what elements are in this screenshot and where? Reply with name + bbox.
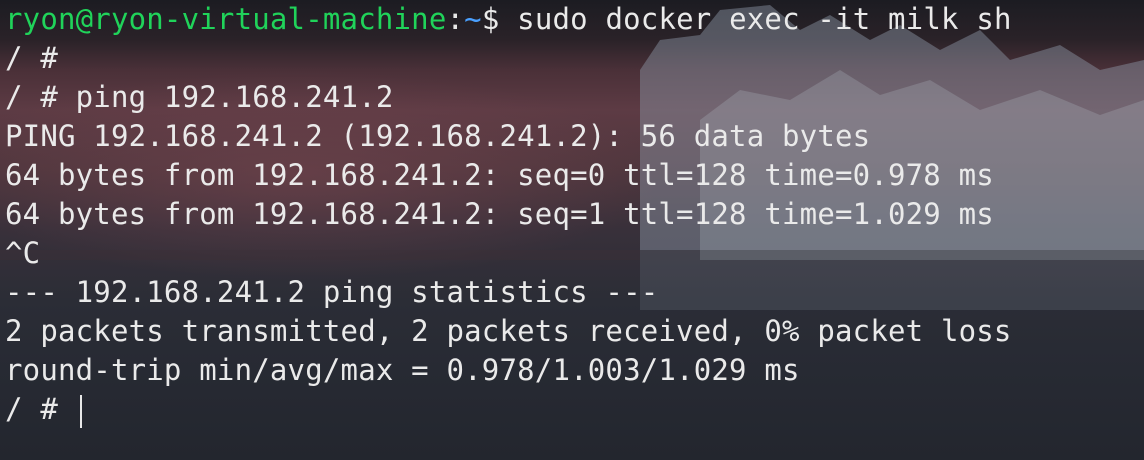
terminal-line: round-trip min/avg/max = 0.978/1.003/1.0… (5, 353, 800, 387)
text-cursor (79, 394, 82, 428)
terminal-line: --- 192.168.241.2 ping statistics --- (5, 275, 659, 309)
terminal-line: ^C (5, 236, 41, 270)
terminal-line: 2 packets transmitted, 2 packets receive… (5, 314, 1012, 348)
terminal-line: 64 bytes from 192.168.241.2: seq=1 ttl=1… (5, 197, 994, 231)
prompt-colon: : (446, 2, 465, 36)
terminal-current-line[interactable]: / # (5, 390, 1139, 429)
prompt-user-host: ryon@ryon-virtual-machine (5, 2, 447, 36)
terminal-line: / # (5, 41, 58, 75)
terminal-line-command: ryon@ryon-virtual-machine:~$ sudo docker… (5, 0, 1139, 39)
terminal-output[interactable]: ryon@ryon-virtual-machine:~$ sudo docker… (5, 0, 1139, 460)
terminal-line: PING 192.168.241.2 (192.168.241.2): 56 d… (5, 119, 871, 153)
current-prompt: / # (5, 392, 76, 426)
prompt-dollar: $ (481, 2, 518, 36)
terminal-line: / # ping 192.168.241.2 (5, 80, 394, 114)
terminal-line: 64 bytes from 192.168.241.2: seq=0 ttl=1… (5, 158, 994, 192)
command-text: sudo docker exec -it milk sh (517, 2, 1012, 36)
terminal-window[interactable]: ryon@ryon-virtual-machine:~$ sudo docker… (0, 0, 1144, 460)
prompt-path: ~ (464, 2, 482, 36)
